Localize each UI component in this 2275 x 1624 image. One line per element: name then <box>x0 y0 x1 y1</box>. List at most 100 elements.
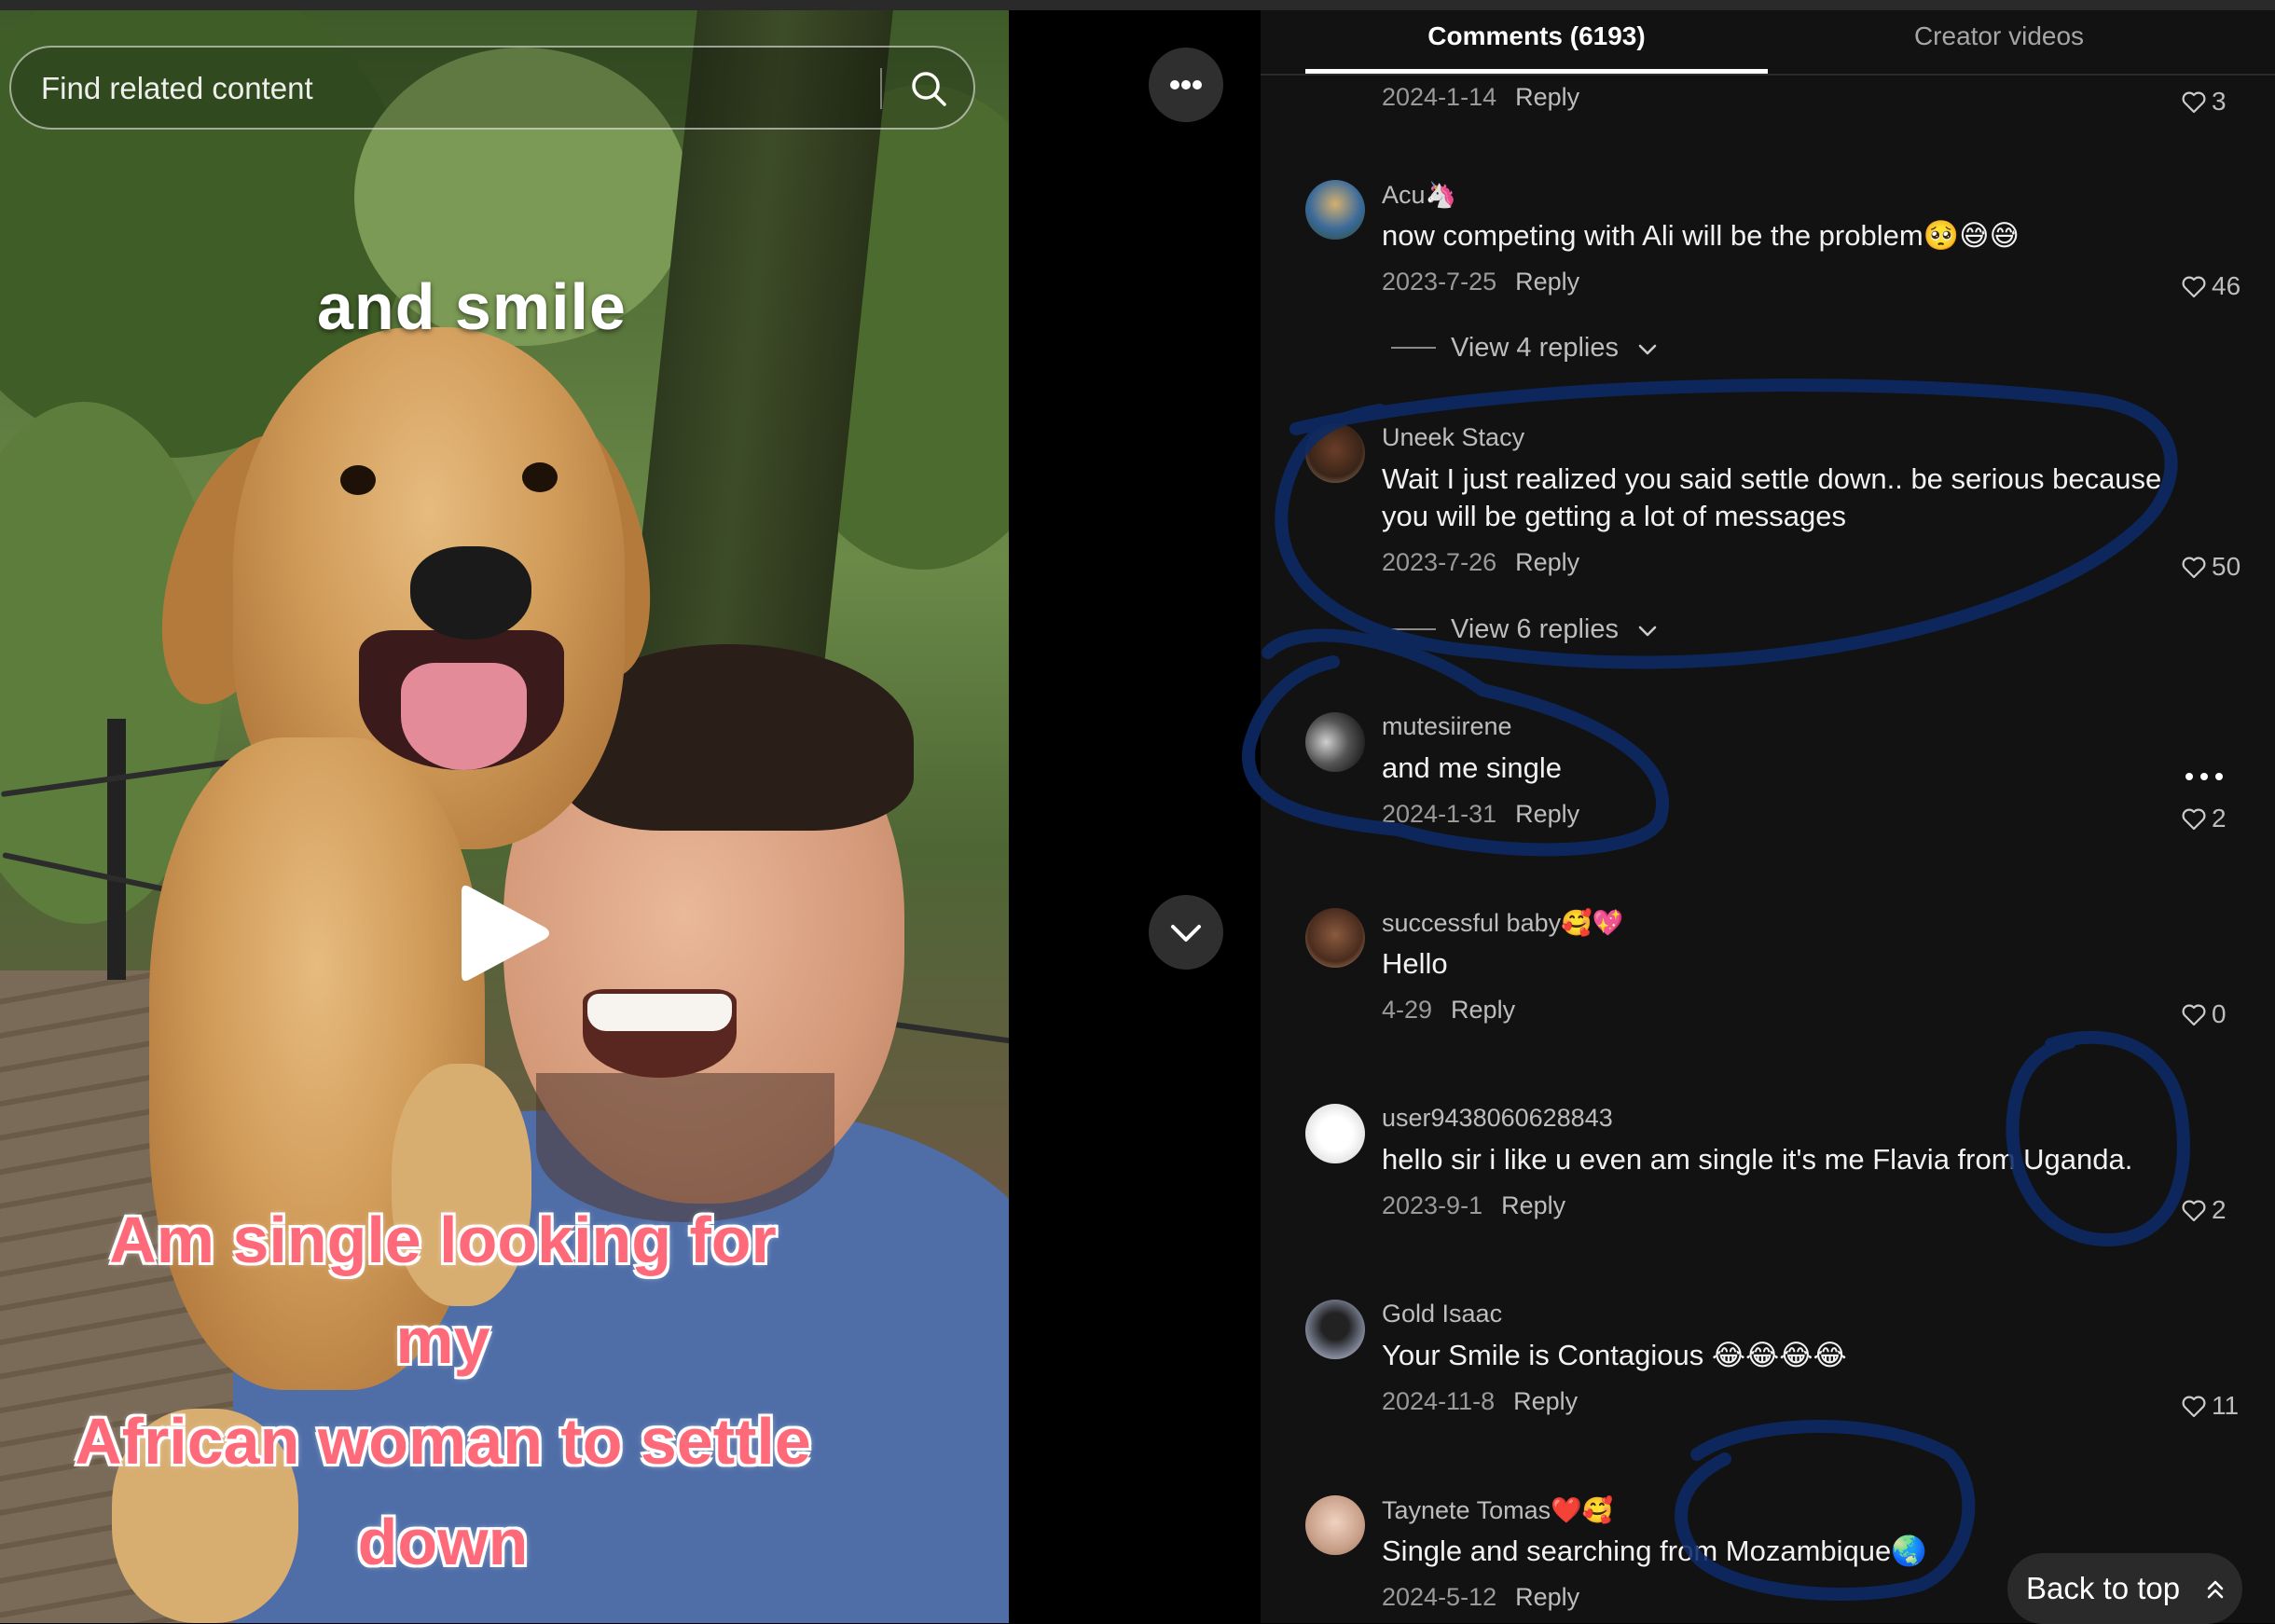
caption-line: African woman to settle <box>75 1405 811 1478</box>
like-button[interactable]: 11 <box>2182 1391 2239 1421</box>
middle-gutter <box>1009 10 1261 1623</box>
comment-text: and me single <box>1382 751 1563 784</box>
avatar[interactable] <box>1305 1104 1365 1163</box>
reply-button[interactable]: Reply <box>1515 1583 1579 1611</box>
like-button[interactable]: 46 <box>2182 271 2241 301</box>
person-teeth <box>587 994 732 1031</box>
comment-more-icon[interactable] <box>2184 767 2225 786</box>
comment-meta: 2023-9-1 Reply <box>1382 1191 1565 1220</box>
search-divider <box>880 68 882 109</box>
reply-button[interactable]: Reply <box>1515 83 1579 111</box>
caption-line: Am single looking for my <box>109 1204 777 1377</box>
view-replies-label: View 4 replies <box>1451 333 1620 363</box>
heart-outline-icon <box>2182 1200 2206 1222</box>
search-icon[interactable] <box>908 68 949 109</box>
avatar[interactable] <box>1305 1495 1365 1555</box>
comment-meta: 2024-1-14 Reply <box>1382 83 1579 112</box>
video-caption-bottom: Am single looking for my African woman t… <box>56 1190 830 1592</box>
reply-button[interactable]: Reply <box>1451 996 1515 1024</box>
like-count: 46 <box>2212 271 2241 300</box>
tab-comments[interactable]: Comments (6193) <box>1305 21 1768 51</box>
comment-username[interactable]: user9438060628843 <box>1382 1104 1613 1133</box>
reply-button[interactable]: Reply <box>1515 268 1579 296</box>
reply-button[interactable]: Reply <box>1501 1191 1565 1219</box>
tab-creator-videos[interactable]: Creator videos <box>1768 21 2230 51</box>
comment-username[interactable]: Taynete Tomas❤️🥰 <box>1382 1495 1613 1525</box>
like-count: 50 <box>2212 552 2241 581</box>
back-to-top-label: Back to top <box>2026 1571 2181 1605</box>
like-count: 2 <box>2212 1195 2227 1224</box>
comment-username[interactable]: successful baby🥰💖 <box>1382 908 1623 938</box>
comment-username[interactable]: Uneek Stacy <box>1382 423 1524 452</box>
video-player[interactable]: and smile Am single looking for my Afric… <box>0 10 1009 1623</box>
comment-text: Hello <box>1382 947 1448 980</box>
caption-line: down <box>357 1506 529 1578</box>
comment-username[interactable]: Gold Isaac <box>1382 1300 1502 1328</box>
more-horizontal-icon <box>1170 80 1202 89</box>
like-count: 3 <box>2212 87 2227 116</box>
avatar[interactable] <box>1305 908 1365 968</box>
comment-date: 2024-1-31 <box>1382 800 1497 828</box>
like-count: 2 <box>2212 804 2227 833</box>
comment-meta: 2024-11-8 Reply <box>1382 1387 1578 1416</box>
tab-bar: Comments (6193) Creator videos <box>1261 10 2275 76</box>
avatar[interactable] <box>1305 712 1365 772</box>
dog-nose <box>410 546 531 640</box>
like-button[interactable]: 2 <box>2182 804 2227 833</box>
comment-meta: 2024-1-31 Reply <box>1382 800 1579 829</box>
comment-text: Wait I just realized you said settle dow… <box>1382 462 2162 532</box>
play-icon[interactable] <box>452 877 555 989</box>
comment-username[interactable]: mutesiirene <box>1382 712 1512 741</box>
video-caption-top: and smile <box>317 270 627 343</box>
comment-date: 2024-11-8 <box>1382 1387 1496 1415</box>
like-count: 11 <box>2212 1391 2240 1420</box>
comment-date: 4-29 <box>1382 996 1433 1024</box>
view-replies-label: View 6 replies <box>1451 614 1620 644</box>
comment-date: 2024-5-12 <box>1382 1583 1497 1611</box>
heart-outline-icon <box>2182 808 2206 831</box>
view-replies-button[interactable]: View 6 replies <box>1391 614 1658 645</box>
divider-line <box>1391 347 1436 349</box>
avatar[interactable] <box>1305 1300 1365 1359</box>
comment-meta: 2023-7-26 Reply <box>1382 548 1579 577</box>
like-count: 0 <box>2212 999 2227 1028</box>
next-video-button[interactable] <box>1149 895 1223 970</box>
fence-post <box>107 719 126 980</box>
like-button[interactable]: 2 <box>2182 1195 2227 1225</box>
search-bar[interactable] <box>9 46 975 130</box>
comment-text: now competing with Ali will be the probl… <box>1382 219 2020 252</box>
like-button[interactable]: 3 <box>2182 87 2227 117</box>
view-replies-button[interactable]: View 4 replies <box>1391 333 1658 364</box>
comment-date: 2023-7-26 <box>1382 548 1497 576</box>
more-options-button[interactable] <box>1149 48 1223 122</box>
avatar[interactable] <box>1305 423 1365 483</box>
comment-date: 2023-9-1 <box>1382 1191 1483 1219</box>
dog-eye <box>522 462 558 492</box>
comment-meta: 2023-7-25 Reply <box>1382 268 1579 296</box>
comment-meta: 2024-5-12 Reply <box>1382 1583 1579 1612</box>
comment-date: 2024-1-14 <box>1382 83 1497 111</box>
heart-outline-icon <box>2182 1396 2206 1418</box>
comment-meta: 4-29 Reply <box>1382 996 1515 1025</box>
heart-outline-icon <box>2182 1004 2206 1026</box>
divider-line <box>1391 628 1436 630</box>
dog-tongue <box>401 663 527 770</box>
like-button[interactable]: 0 <box>2182 999 2227 1029</box>
like-button[interactable]: 50 <box>2182 552 2241 582</box>
reply-button[interactable]: Reply <box>1515 548 1579 576</box>
heart-outline-icon <box>2182 91 2206 114</box>
window-top-strip <box>0 0 2275 10</box>
avatar[interactable] <box>1305 180 1365 240</box>
search-input[interactable] <box>39 48 882 130</box>
reply-button[interactable]: Reply <box>1515 800 1579 828</box>
chevron-down-icon <box>1638 626 1657 637</box>
double-chevron-up-icon <box>2207 1580 2224 1599</box>
heart-outline-icon <box>2182 557 2206 579</box>
comments-panel: Comments (6193) Creator videos 2024-1-14… <box>1261 10 2275 1623</box>
chevron-down-icon <box>1171 925 1201 942</box>
back-to-top-button[interactable]: Back to top <box>2007 1553 2242 1624</box>
dog-eye <box>340 465 376 495</box>
comment-username[interactable]: Acu🦄 <box>1382 180 1456 210</box>
reply-button[interactable]: Reply <box>1513 1387 1578 1415</box>
comment-date: 2023-7-25 <box>1382 268 1497 296</box>
